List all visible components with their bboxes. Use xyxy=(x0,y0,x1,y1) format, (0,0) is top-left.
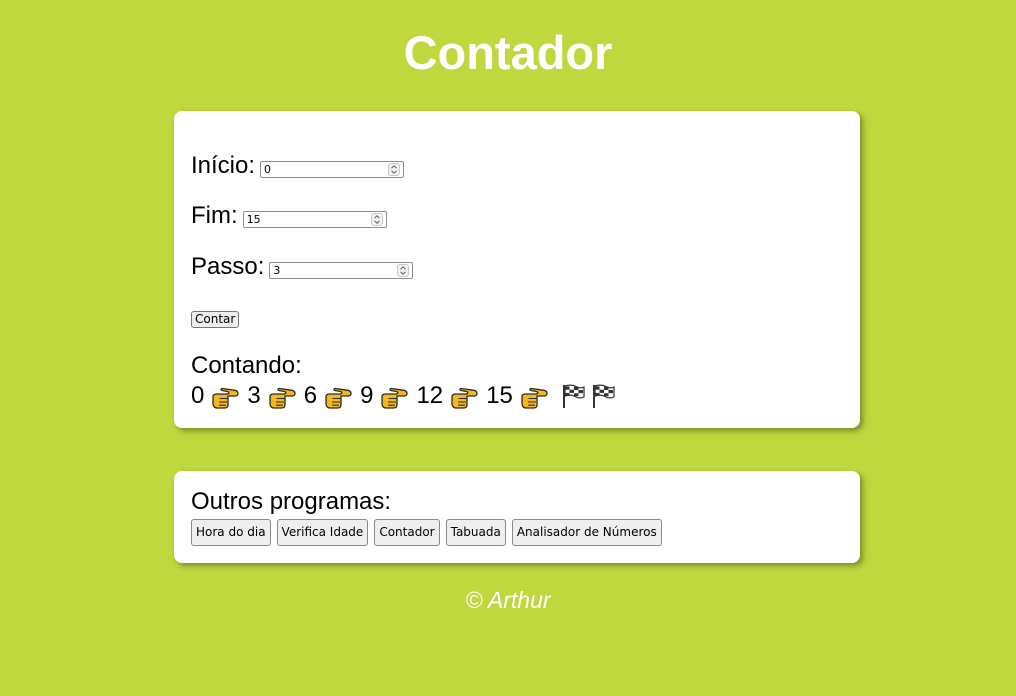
end-label: Fim: xyxy=(191,202,238,229)
program-button[interactable]: Verifica Idade xyxy=(276,519,369,546)
start-input[interactable]: 0 xyxy=(260,160,405,178)
step-input[interactable]: 3 xyxy=(269,261,414,279)
spinner-arrows-icon xyxy=(373,214,380,224)
count-number: 12 xyxy=(416,382,444,409)
pointing-hand-icon xyxy=(268,386,296,410)
step-label: Passo: xyxy=(191,253,265,280)
other-programs-card: Outros programas: Hora do dia Verifica Id… xyxy=(174,471,860,563)
step-spinner[interactable] xyxy=(397,263,410,277)
program-button[interactable]: Hora do dia xyxy=(191,519,271,546)
start-label: Início: xyxy=(191,152,256,179)
spinner-arrows-icon xyxy=(391,164,397,174)
count-number: 15 xyxy=(486,382,513,409)
program-button[interactable]: Contador xyxy=(374,519,440,546)
start-field-row: Início: 0 xyxy=(191,152,405,180)
count-number: 3 xyxy=(247,382,261,409)
count-number: 9 xyxy=(360,382,374,409)
count-number: 6 xyxy=(303,382,318,409)
spinner-arrows-icon xyxy=(400,265,407,275)
pointing-hand-icon xyxy=(324,386,352,410)
pointing-hand-icon xyxy=(520,386,548,410)
pointing-hand-icon xyxy=(380,386,409,410)
other-programs-buttons: Hora do dia Verifica Idade Contador Tabuada… xyxy=(191,519,668,546)
count-button[interactable]: Contar xyxy=(191,311,240,328)
footer-credit: © Arthur xyxy=(465,587,551,613)
end-input-value: 15 xyxy=(246,212,261,226)
counting-sequence: 0 3 6 9 12 15 xyxy=(191,382,616,410)
counter-card: Início: 0 Fim: 15 Passo: 3 Contar Contan… xyxy=(174,111,860,428)
end-spinner[interactable] xyxy=(370,212,383,226)
start-input-value: 0 xyxy=(264,162,272,176)
pointing-hand-icon xyxy=(211,386,240,410)
counting-label: Contando: xyxy=(191,352,302,379)
program-button[interactable]: Analisador de Números xyxy=(511,519,662,546)
count-number: 0 xyxy=(191,382,205,409)
pointing-hand-icon xyxy=(450,386,478,410)
start-spinner[interactable] xyxy=(388,162,401,176)
page-title: Contador xyxy=(403,26,613,79)
checkered-flag-icon xyxy=(560,383,586,409)
program-button[interactable]: Tabuada xyxy=(445,519,506,546)
end-input[interactable]: 15 xyxy=(242,210,387,228)
step-input-value: 3 xyxy=(273,263,281,277)
checkered-flag-icon xyxy=(590,383,616,409)
step-field-row: Passo: 3 xyxy=(191,253,414,281)
other-programs-title: Outros programas: xyxy=(191,488,392,515)
end-field-row: Fim: 15 xyxy=(191,202,387,230)
